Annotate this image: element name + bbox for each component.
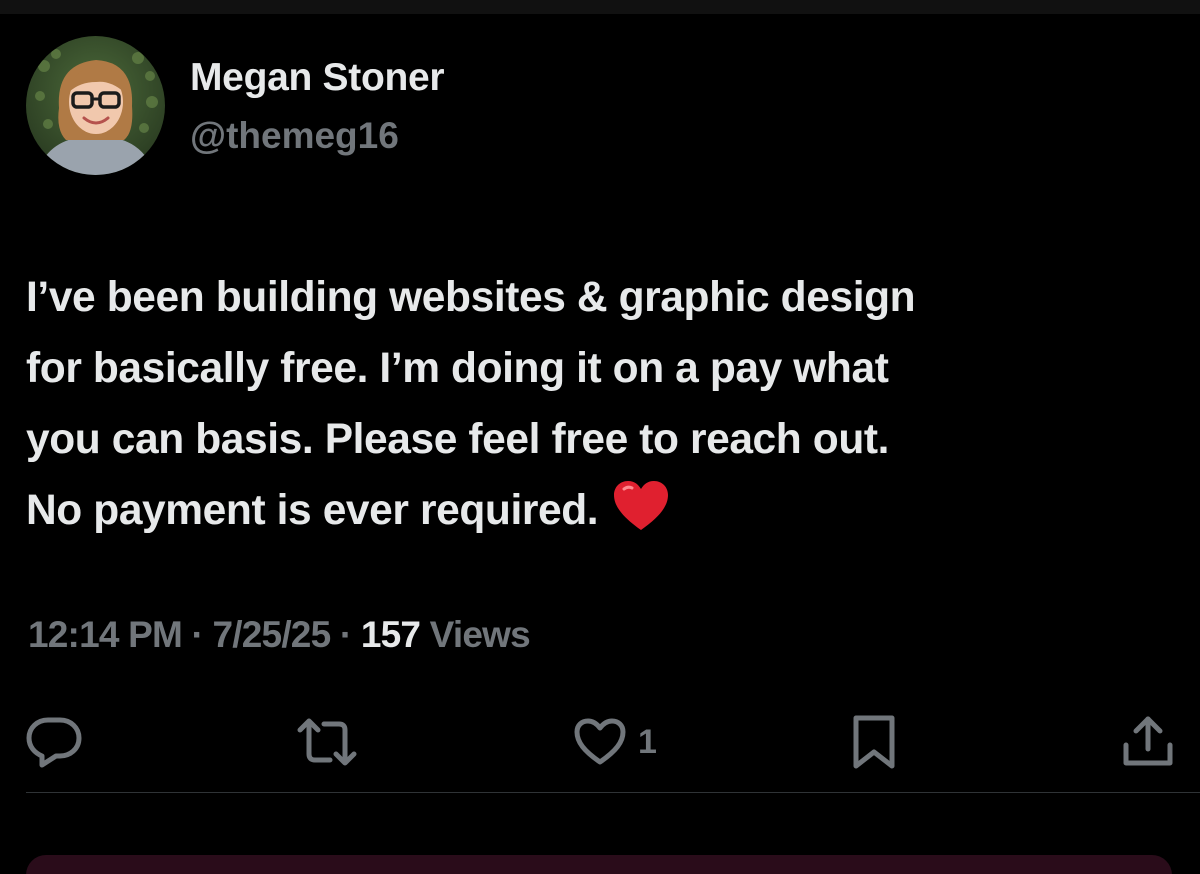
user-handle[interactable]: @themeg16	[190, 115, 399, 157]
tweet-text-line: I’ve been building websites & graphic de…	[26, 274, 916, 321]
retweet-button[interactable]	[296, 712, 358, 772]
tweet-text: I’ve been building websites & graphic de…	[26, 262, 1186, 546]
tweet-text-line: you can basis. Please feel free to reach…	[26, 416, 890, 463]
avatar[interactable]	[26, 36, 165, 175]
reply-button[interactable]	[26, 712, 82, 772]
share-icon	[1123, 716, 1173, 766]
like-button[interactable]: 1	[574, 712, 657, 772]
reply-icon	[26, 717, 82, 768]
action-bar: 1	[0, 712, 1200, 772]
top-bar	[0, 0, 1200, 14]
tweet-time[interactable]: 12:14 PM	[28, 614, 183, 655]
views-count: 157	[360, 614, 421, 655]
bookmark-icon	[853, 715, 895, 769]
tweet-date[interactable]: 7/25/25	[213, 614, 332, 655]
meta-separator: ·	[330, 614, 361, 655]
red-heart-emoji-icon	[614, 481, 669, 530]
profile-photo	[26, 36, 165, 175]
tweet-text-line: for basically free. I’m doing it on a pa…	[26, 345, 889, 392]
display-name[interactable]: Megan Stoner	[190, 56, 445, 100]
divider	[26, 792, 1200, 793]
bottom-panel	[26, 855, 1172, 874]
heart-icon	[574, 718, 626, 765]
bookmark-button[interactable]	[852, 712, 896, 772]
views-label: Views	[429, 614, 531, 655]
share-button[interactable]	[1122, 712, 1174, 772]
tweet-text-line: No payment is ever required.	[26, 487, 599, 534]
tweet-meta: 12:14 PM · 7/25/25 · 157 Views	[28, 614, 531, 656]
meta-separator: ·	[182, 614, 213, 655]
like-count: 1	[638, 722, 657, 761]
tweet-text-line-last: No payment is ever required.	[26, 475, 1186, 546]
retweet-icon	[297, 718, 357, 766]
